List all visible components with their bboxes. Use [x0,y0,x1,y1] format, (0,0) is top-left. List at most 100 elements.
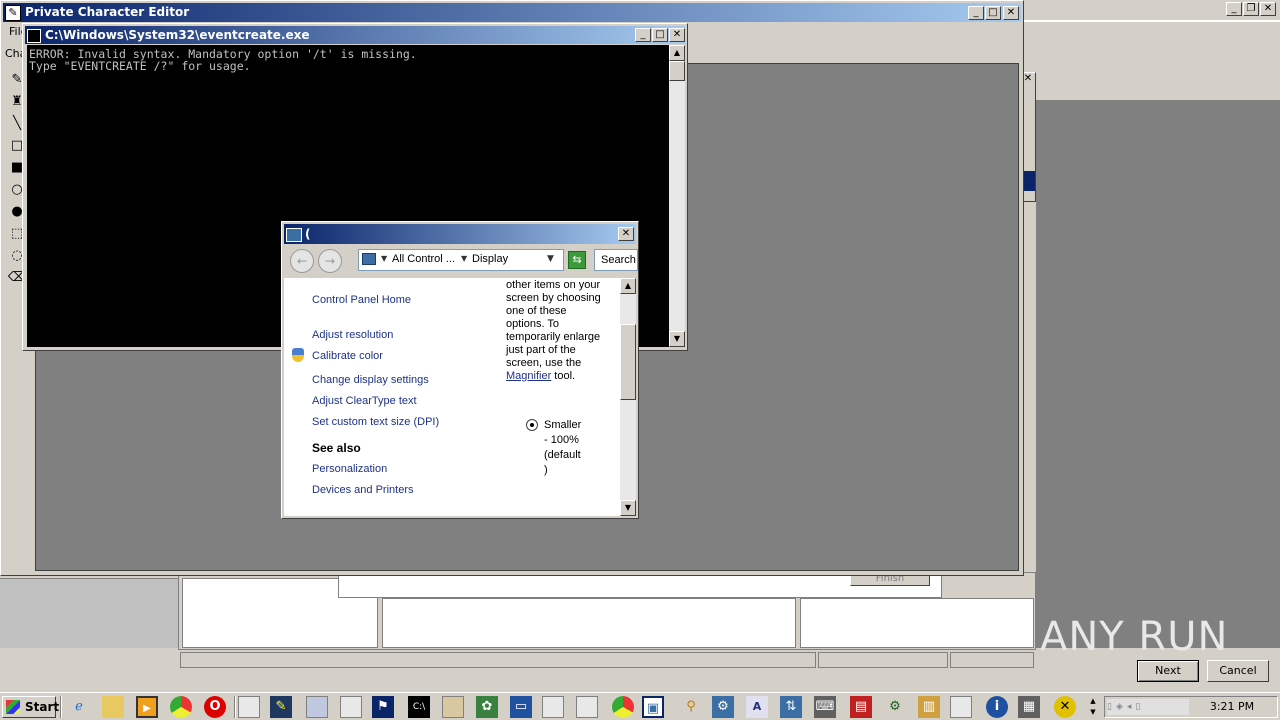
address-bar[interactable]: ▼ All Control ... ▼ Display ▼ [358,249,564,271]
font-task-icon[interactable]: A [746,696,768,718]
pce-app-icon: ✎ [5,5,21,21]
printer-task-icon[interactable] [442,696,464,718]
calibrate-color-link[interactable]: Calibrate color [312,350,383,362]
active-task-icon[interactable]: ⚑ [372,696,394,718]
notepad-task-icon[interactable] [238,696,260,718]
breadcrumb-display[interactable]: Display [472,253,508,265]
taskbar-scroll-icon[interactable]: ▲ ▼ [1086,696,1100,718]
control-panel-home-link[interactable]: Control Panel Home [312,294,411,306]
see-also-heading: See also [312,441,361,455]
display-scroll-up-icon[interactable]: ▲ [620,278,636,294]
console-scroll-down-icon[interactable]: ▼ [669,331,685,347]
breadcrumb-arrow-icon[interactable]: ▼ [381,254,387,263]
magnifier-link[interactable]: Magnifier [506,370,551,382]
description-line: screen by choosing [506,292,601,304]
system-tray: ▯◈◂▯ 3:21 PM [1104,696,1278,718]
console-scrollbar[interactable]: ▲ ▼ [669,45,685,347]
tray-icons[interactable]: ▯◈◂▯ [1107,699,1189,715]
x-task-icon[interactable]: ✕ [1054,696,1076,718]
smaller-radio[interactable] [526,419,538,431]
console-close-button[interactable]: ✕ [669,28,685,42]
display-window: ( ✕ ← → ▼ All Control ... ▼ Display ▼ ⇆ … [281,221,639,519]
bg-minimize-button[interactable]: _ [1226,2,1242,16]
window-task-icon[interactable] [950,696,972,718]
change-display-settings-link[interactable]: Change display settings [312,374,429,386]
status-cell-2 [818,652,948,668]
console-scroll-thumb[interactable] [669,61,685,81]
explorer-icon[interactable] [102,696,124,718]
archive-task-icon[interactable]: ▥ [918,696,940,718]
display-task-icon[interactable]: ▣ [642,696,664,718]
status-cell-3 [950,652,1034,668]
navigation-bar: ← → ▼ All Control ... ▼ Display ▼ ⇆ Sear… [284,245,638,277]
console-app-icon [27,29,41,43]
window-task-icon[interactable] [306,696,328,718]
taskbar-divider [234,696,236,718]
display-scrollbar[interactable]: ▲ ▼ [620,278,636,516]
media-player-icon[interactable]: ▶ [136,696,158,718]
adjust-cleartype-link[interactable]: Adjust ClearType text [312,395,417,407]
display-scroll-down-icon[interactable]: ▼ [620,500,636,516]
description-line: just part of the [506,344,576,356]
app-task-icon[interactable]: ✿ [476,696,498,718]
bg-restore-button[interactable]: ❐ [1243,2,1259,16]
smaller-option-label[interactable]: Smaller - 100% (default ) [544,418,604,478]
start-button[interactable]: Start [2,696,60,718]
keyboard-task-icon[interactable]: ⌨ [814,696,836,718]
adjust-resolution-link[interactable]: Adjust resolution [312,329,393,341]
control-panel-icon [362,253,376,265]
next-button[interactable]: Next [1137,660,1199,682]
refresh-icon[interactable]: ⇆ [568,251,586,269]
info-task-icon[interactable]: i [986,696,1008,718]
console-maximize-button[interactable]: □ [652,28,668,42]
description-line: other items on your [506,279,601,291]
pce-maximize-button[interactable]: □ [985,6,1001,20]
tool-task-icon[interactable]: ✎ [270,696,292,718]
settings-task-icon[interactable]: ⚙ [884,696,906,718]
window-task-icon[interactable] [542,696,564,718]
description-text: other items on your screen by choosing o… [506,279,616,383]
chrome-icon[interactable] [170,696,192,718]
description-line: temporarily enlarge [506,331,601,343]
calculator-task-icon[interactable]: ▦ [1018,696,1040,718]
console-minimize-button[interactable]: _ [635,28,651,42]
case-task-icon[interactable]: ▤ [850,696,872,718]
address-dropdown-icon[interactable]: ▼ [547,254,554,264]
bg-close-button[interactable]: ✕ [1260,2,1276,16]
display-scroll-thumb[interactable] [620,324,636,400]
ie-icon[interactable]: ℯ [68,696,90,718]
option-line: (default [544,449,581,461]
pce-close-button[interactable]: ✕ [1003,6,1019,20]
pce-titlebar: ✎ Private Character Editor [3,3,1021,22]
console-scroll-up-icon[interactable]: ▲ [669,45,685,61]
monitor-task-icon[interactable]: ▭ [510,696,532,718]
custom-text-size-link[interactable]: Set custom text size (DPI) [312,416,439,428]
devices-printers-link[interactable]: Devices and Printers [312,484,414,496]
display-content: Control Panel Home Adjust resolution Cal… [284,278,620,516]
taskbar: Start ℯ ▶ O ✎ ⚑ C:\ ✿ ▭ ▣ ⚲ ⚙ A ⇅ ⌨ ▤ ⚙ … [0,692,1280,720]
personalization-link[interactable]: Personalization [312,463,387,475]
magnifier-task-icon[interactable]: ⚲ [680,696,702,718]
app-task-icon[interactable]: ⚙ [712,696,734,718]
display-app-icon [286,228,302,242]
forward-arrow-icon[interactable]: → [318,249,342,273]
window-task-icon[interactable] [576,696,598,718]
search-input[interactable]: Search [594,249,638,271]
windows-logo-icon [6,700,20,714]
start-label: Start [25,700,60,714]
clock[interactable]: 3:21 PM [1191,699,1273,715]
window-task-icon[interactable] [340,696,362,718]
console-titlebar: C:\Windows\System32\eventcreate.exe [25,26,685,44]
network-task-icon[interactable]: ⇅ [780,696,802,718]
breadcrumb-separator-icon[interactable]: ▼ [461,254,467,263]
display-close-button[interactable]: ✕ [618,227,634,241]
chrome-task-icon[interactable] [612,696,634,718]
magnifier-suffix: tool. [551,370,576,382]
cmd-task-icon[interactable]: C:\ [408,696,430,718]
cancel-button[interactable]: Cancel [1207,660,1269,682]
opera-icon[interactable]: O [204,696,226,718]
pce-minimize-button[interactable]: _ [968,6,984,20]
back-arrow-icon[interactable]: ← [290,249,314,273]
breadcrumb-all-control[interactable]: All Control ... [392,253,455,265]
description-line: one of these [506,305,567,317]
